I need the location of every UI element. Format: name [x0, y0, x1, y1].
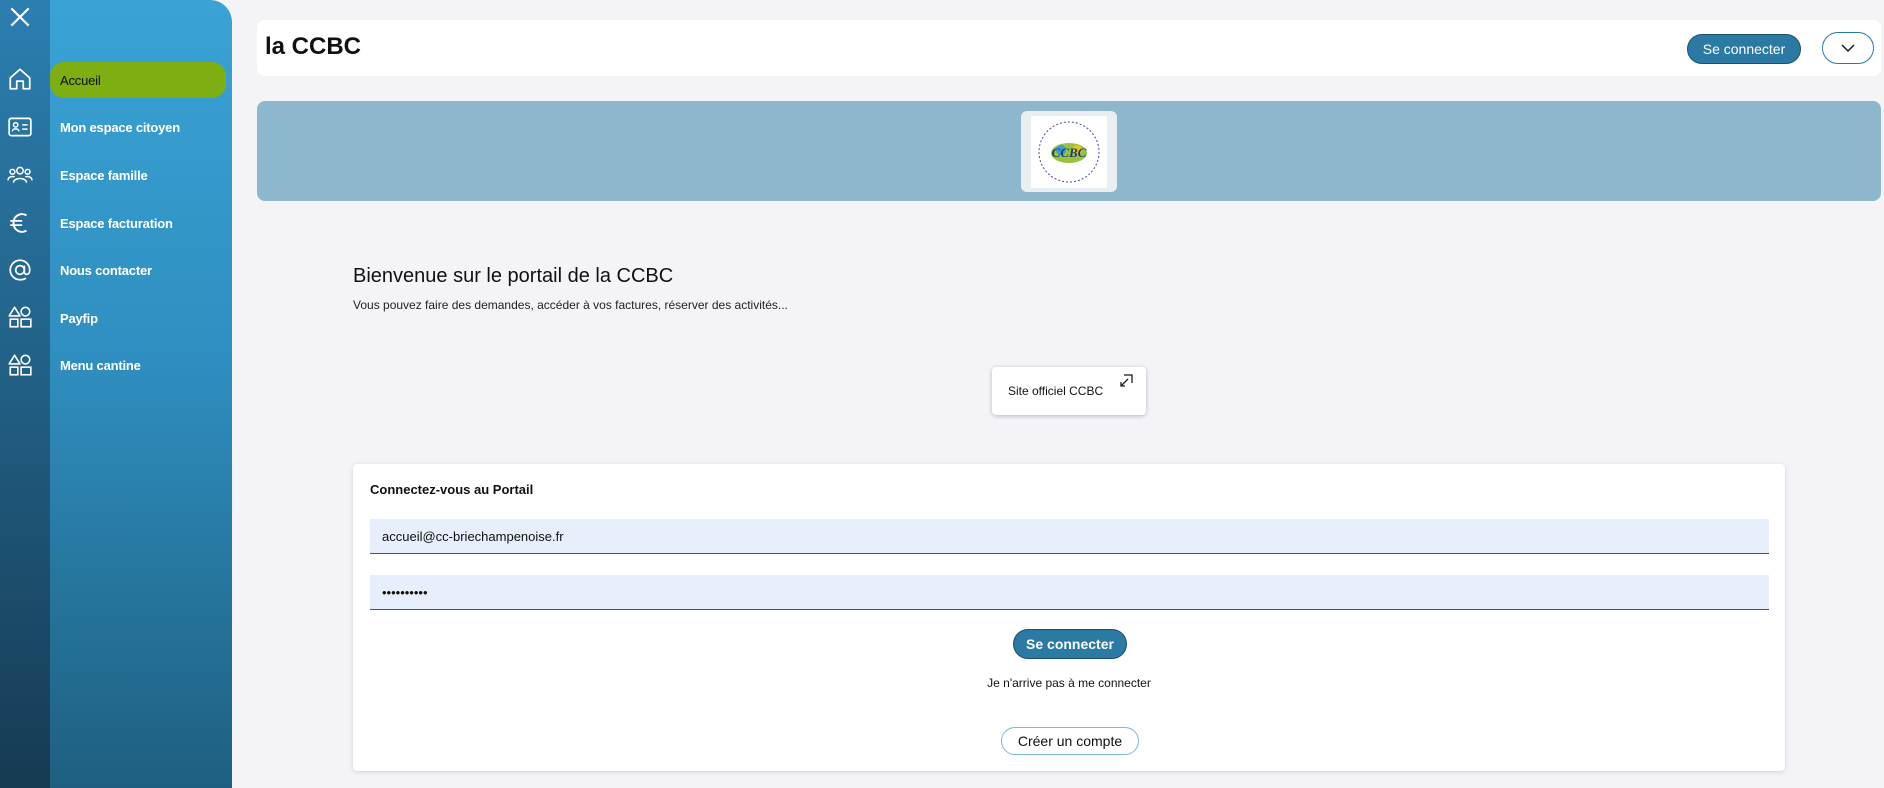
sidebar-item-espace-facturation[interactable]: Espace facturation	[50, 205, 226, 241]
euro-icon[interactable]	[7, 210, 33, 236]
shapes-icon[interactable]	[7, 352, 33, 378]
sidebar-item-espace-citoyen[interactable]: Mon espace citoyen	[50, 109, 226, 145]
sidebar-item-espace-famille[interactable]: Espace famille	[50, 157, 226, 193]
login-card: Connectez-vous au Portail Se connecter J…	[353, 464, 1785, 771]
family-icon[interactable]	[7, 162, 33, 188]
sidebar-item-payfip[interactable]: Payfip	[50, 300, 226, 336]
close-icon[interactable]	[7, 4, 33, 30]
email-field[interactable]	[370, 519, 1769, 554]
password-field[interactable]	[370, 575, 1769, 610]
header-dropdown-button[interactable]	[1822, 32, 1874, 64]
sidebar-item-nous-contacter[interactable]: Nous contacter	[50, 252, 226, 288]
sidebar-item-menu-cantine[interactable]: Menu cantine	[50, 347, 226, 383]
banner: CCBC	[257, 101, 1881, 201]
welcome-title: Bienvenue sur le portail de la CCBC	[353, 265, 674, 287]
sidebar-menu: Accueil Mon espace citoyen Espace famill…	[50, 0, 232, 788]
create-account-button[interactable]: Créer un compte	[1001, 727, 1139, 755]
login-title: Connectez-vous au Portail	[370, 482, 534, 497]
page-title: la CCBC	[265, 33, 362, 60]
login-submit-button[interactable]: Se connecter	[1013, 629, 1127, 659]
icon-rail	[0, 0, 50, 788]
chevron-down-icon	[1841, 44, 1855, 53]
shapes-icon[interactable]	[7, 304, 33, 330]
ccbc-logo: CCBC	[1031, 115, 1107, 188]
sidebar-item-accueil[interactable]: Accueil	[50, 62, 226, 98]
home-icon[interactable]	[7, 66, 33, 92]
welcome-subtitle: Vous pouvez faire des demandes, accéder …	[353, 298, 788, 312]
external-link-icon	[1120, 374, 1133, 387]
header-connect-button[interactable]: Se connecter	[1687, 34, 1801, 64]
at-icon[interactable]	[7, 257, 33, 283]
id-card-icon[interactable]	[7, 114, 33, 140]
logo-frame: CCBC	[1021, 111, 1117, 192]
top-header: la CCBC Se connecter	[257, 20, 1881, 76]
forgot-login-link[interactable]: Je n'arrive pas à me connecter	[353, 676, 1785, 690]
official-site-label: Site officiel CCBC	[1008, 384, 1104, 398]
svg-text:CCBC: CCBC	[1052, 145, 1087, 160]
official-site-link[interactable]: Site officiel CCBC	[992, 367, 1146, 415]
